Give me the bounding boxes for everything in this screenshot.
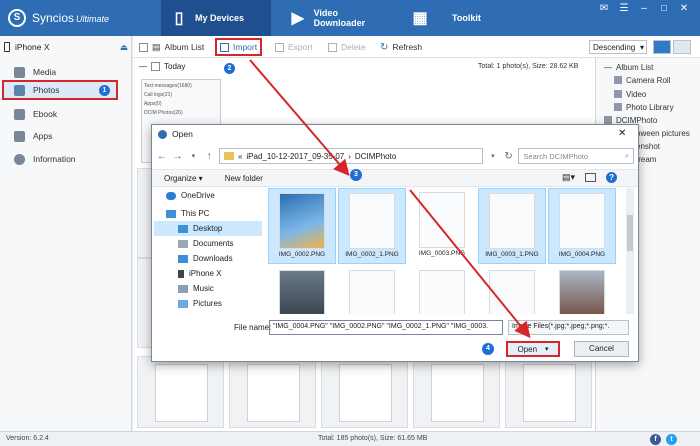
arrow-files-to-open <box>409 189 531 339</box>
guide-arrows <box>249 59 531 339</box>
arrow-import-to-dialog <box>249 59 350 177</box>
step-badge-2: 2 <box>224 63 235 74</box>
